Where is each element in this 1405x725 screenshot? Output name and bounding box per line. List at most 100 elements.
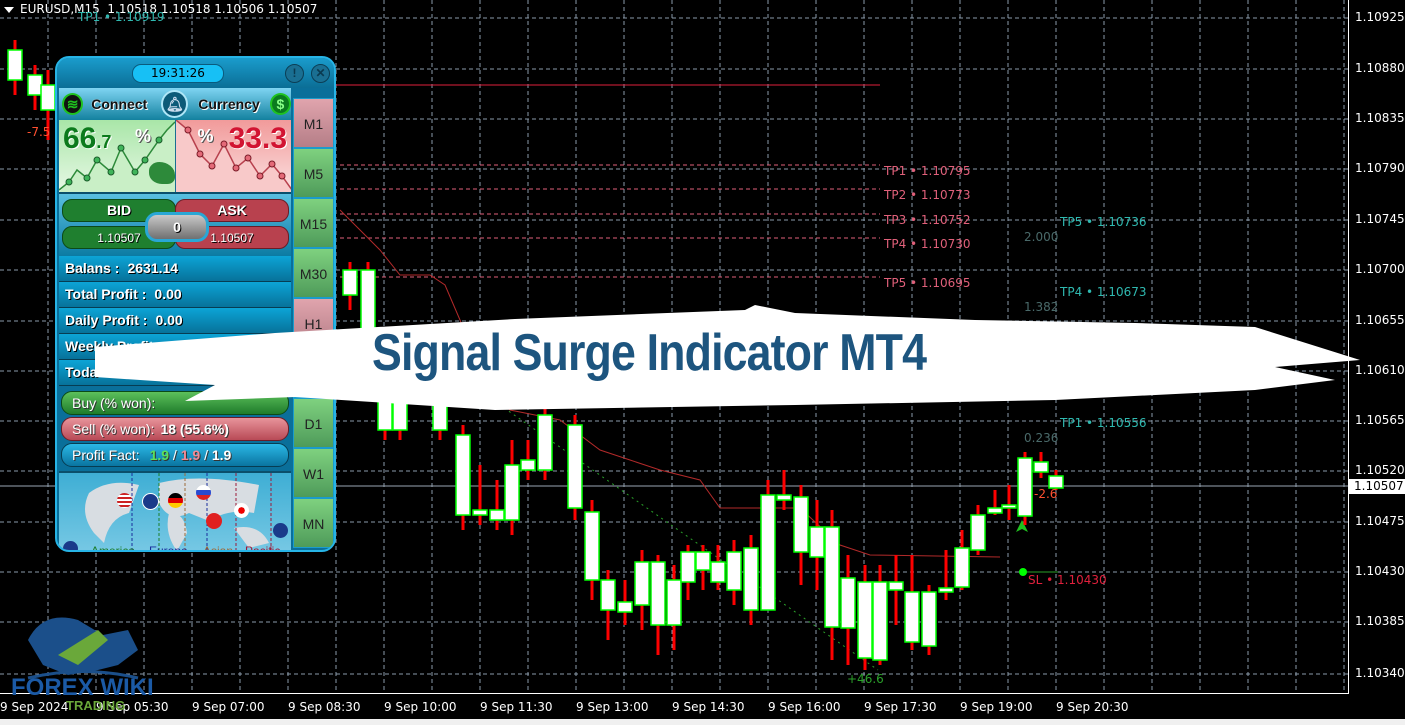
dropdown-triangle-icon[interactable] xyxy=(4,6,14,13)
price-tick-label: 1.10700 xyxy=(1355,262,1405,276)
region-asian: Asian xyxy=(203,544,234,552)
region-pacific: Pacific xyxy=(245,544,281,552)
sl-marker xyxy=(1019,568,1027,576)
candle-body xyxy=(567,424,583,509)
currency-label[interactable]: Currency xyxy=(198,96,259,112)
candle-body xyxy=(489,509,505,521)
candle-body xyxy=(954,547,970,588)
candle-body xyxy=(455,434,471,516)
sell-tp4-label: TP4 • 1.10730 xyxy=(884,237,971,251)
australia-flag-icon xyxy=(273,523,288,538)
current-price-marker: 1.10507 xyxy=(1349,479,1405,494)
price-tick-label: 1.10565 xyxy=(1355,413,1405,427)
candle-body xyxy=(1017,457,1033,517)
time-tick-label: 9 Sep 14:30 xyxy=(672,700,745,714)
stop-loss-label: SL • 1.10430 xyxy=(1028,573,1107,587)
forexwiki-logo: FOREX WIKI TRADING xyxy=(8,610,158,720)
sell-tp3-label: TP3 • 1.10752 xyxy=(884,213,971,227)
candle-body xyxy=(7,49,23,81)
candle-body xyxy=(824,526,840,628)
candle-body xyxy=(1001,504,1017,509)
candle-body xyxy=(987,507,1003,514)
profit-factor-row: Profit Fact: 1.9 / 1.9 / 1.9 xyxy=(61,443,289,467)
timeframe-m5-button[interactable]: M5 xyxy=(293,148,334,198)
candle-body xyxy=(710,561,726,583)
dollar-icon[interactable]: $ xyxy=(269,93,292,115)
timeframe-m1-button[interactable]: M1 xyxy=(293,98,334,148)
sell-percent-value: 33.3 xyxy=(228,122,287,155)
timeframe-m15-button[interactable]: M15 xyxy=(293,198,334,248)
germany-flag-icon xyxy=(168,493,183,508)
candle-body xyxy=(938,587,954,593)
price-tick-label: 1.10835 xyxy=(1355,111,1405,125)
us-flag-icon xyxy=(117,493,132,508)
spread-value: 0 xyxy=(145,212,209,242)
close-button[interactable]: ✕ xyxy=(311,64,330,83)
candle-body xyxy=(888,581,904,591)
region-america: America xyxy=(91,544,136,552)
info-button[interactable]: ! xyxy=(285,64,304,83)
candle-body xyxy=(970,514,986,551)
time-tick-label: 9 Sep 13:00 xyxy=(576,700,649,714)
sell-won-row: Sell (% won): 18 (55.6%) xyxy=(61,417,289,441)
price-tick-label: 1.10790 xyxy=(1355,161,1405,175)
sell-percent-sign: % xyxy=(197,126,214,146)
candle-body xyxy=(857,581,873,659)
time-tick-label: 9 Sep 11:30 xyxy=(480,700,553,714)
panel-clock: 19:31:26 xyxy=(132,64,224,83)
price-tick-label: 1.10430 xyxy=(1355,564,1405,578)
candle-body xyxy=(793,496,809,553)
fib-2000-label: 2.000 xyxy=(1024,230,1059,244)
sessions-map: America Europe Asian Pacific xyxy=(59,471,291,552)
bid-ask-section: BID ASK 1.10507 1.10507 0 xyxy=(59,192,291,256)
candle-body xyxy=(695,551,711,571)
candle-body xyxy=(650,561,666,626)
connect-label[interactable]: Connect xyxy=(91,96,147,112)
candle-body xyxy=(921,591,937,647)
china-flag-icon xyxy=(206,513,222,529)
candle-body xyxy=(809,526,825,558)
buy-percent-value: 66.7 xyxy=(63,122,112,155)
buy-tp1-label: TP1 • 1.10556 xyxy=(1060,416,1147,430)
wifi-icon[interactable]: ≋ xyxy=(62,93,84,115)
timeframe-w1-button[interactable]: W1 xyxy=(293,448,334,498)
candle-body xyxy=(904,591,920,643)
candle-body xyxy=(634,561,650,606)
price-tick-label: 1.10340 xyxy=(1355,666,1405,680)
nz-flag-icon xyxy=(63,541,78,550)
timeframe-m30-button[interactable]: M30 xyxy=(293,248,334,298)
candle-body xyxy=(666,579,682,626)
time-tick-label: 9 Sep 20:30 xyxy=(1056,700,1129,714)
sell-percent-box: % 33.3 xyxy=(175,120,291,192)
candle-body xyxy=(584,511,600,581)
candle-body xyxy=(1033,461,1049,473)
candle-body xyxy=(726,551,742,591)
time-tick-label: 9 Sep 08:30 xyxy=(288,700,361,714)
logo-subtext: TRADING xyxy=(66,698,126,713)
price-tick-label: 1.10475 xyxy=(1355,514,1405,528)
candle-body xyxy=(600,579,616,611)
candle-body xyxy=(743,547,759,611)
price-tick-label: 1.10520 xyxy=(1355,463,1405,477)
candle-body xyxy=(617,601,633,613)
buy-sell-percent: 66.7 % % 33.3 xyxy=(59,120,291,192)
candle-body xyxy=(776,494,792,501)
candle-body xyxy=(840,577,856,629)
bottom-scrollbar[interactable] xyxy=(0,719,1405,725)
candle-body xyxy=(342,269,358,296)
price-tick-label: 1.10385 xyxy=(1355,614,1405,628)
connection-row: ≋ Connect 🔔︎ Currency $ xyxy=(59,88,292,120)
candle-body xyxy=(760,494,776,611)
timeframe-mn-button[interactable]: MN xyxy=(293,498,334,548)
top-tp-label: TP1 • 1.10919 xyxy=(78,10,165,24)
price-tick-label: 1.10610 xyxy=(1355,363,1405,377)
banner-title: Signal Surge Indicator MT4 xyxy=(372,324,927,382)
bell-icon[interactable]: 🔔︎ xyxy=(161,90,189,118)
panel-titlebar[interactable]: 19:31:26 ! ✕ xyxy=(57,58,334,88)
region-europe: Europe xyxy=(149,544,188,552)
buy-tp4-label: TP4 • 1.10673 xyxy=(1060,285,1147,299)
time-tick-label: 9 Sep 10:00 xyxy=(384,700,457,714)
sell-tp2-label: TP2 • 1.10773 xyxy=(884,188,971,202)
russia-flag-icon xyxy=(196,485,211,500)
candle-body xyxy=(680,551,696,583)
